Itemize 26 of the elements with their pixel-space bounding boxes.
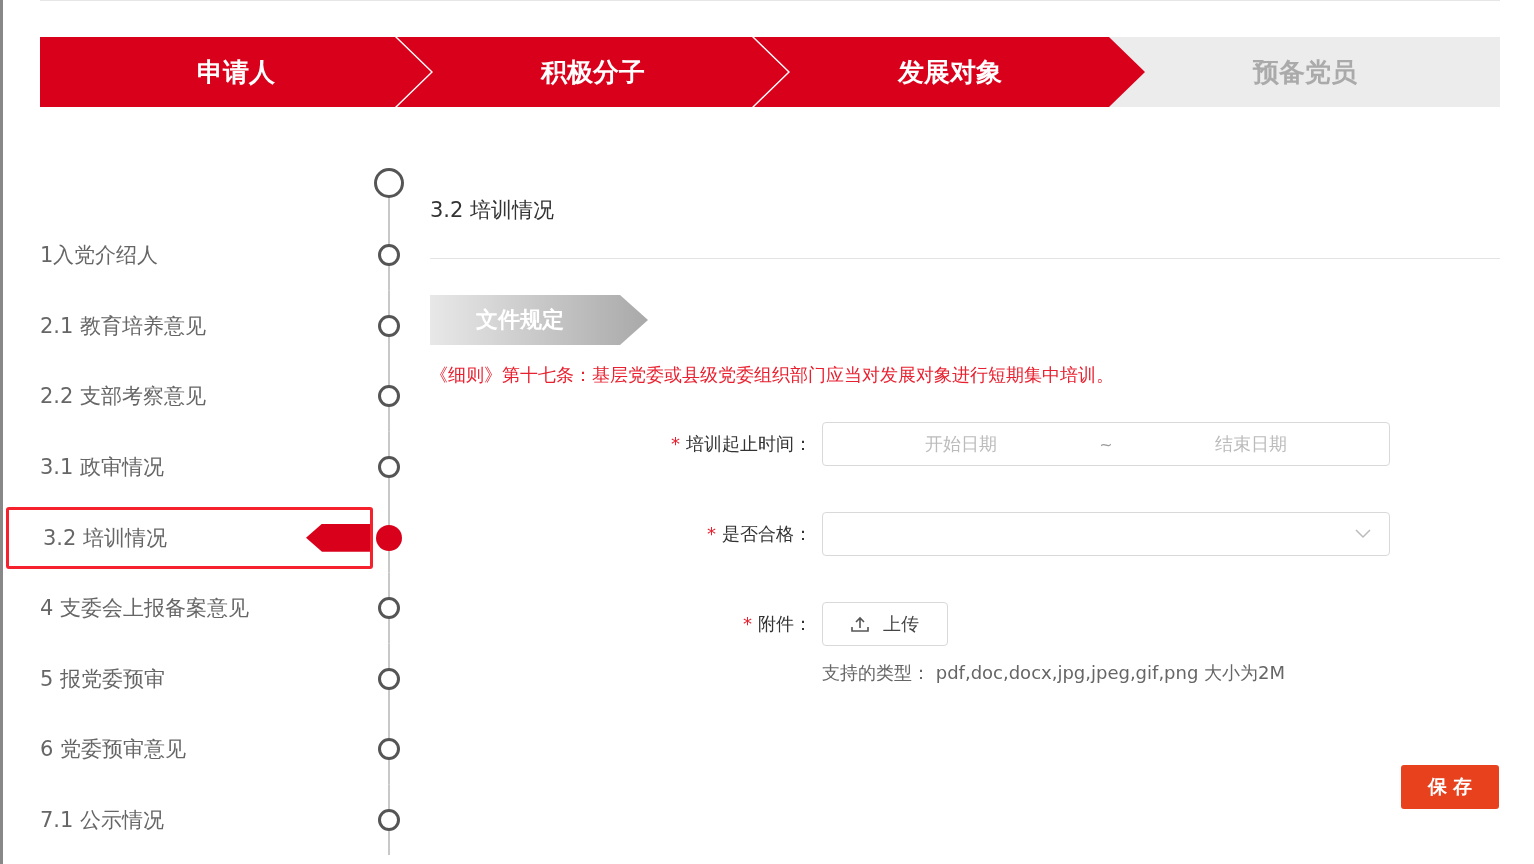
required-mark: *	[743, 613, 752, 634]
upload-icon	[851, 616, 869, 632]
field-label: 附件：	[758, 613, 812, 634]
timeline-item[interactable]: 4 支委会上报备案意见	[40, 594, 250, 623]
timeline-item[interactable]: 2.1 教育培养意见	[40, 311, 207, 340]
date-range-field[interactable]: 开始日期 ~ 结束日期	[822, 422, 1390, 466]
required-mark: *	[707, 523, 716, 544]
field-label: 是否合格：	[722, 523, 812, 544]
pointer-icon	[306, 523, 370, 552]
field-label: 培训起止时间：	[686, 433, 812, 454]
rule-text: 《细则》第十七条：基层党委或县级党委组织部门应当对发展对象进行短期集中培训。	[430, 363, 1115, 387]
timeline-item[interactable]: 2.2 支部考察意见	[40, 382, 207, 411]
required-mark: *	[671, 433, 680, 454]
select-field[interactable]	[822, 512, 1390, 556]
timeline-item[interactable]: 5 报党委预审	[40, 664, 166, 693]
save-button[interactable]: 保 存	[1401, 765, 1499, 809]
upload-hint: 支持的类型： pdf,doc,docx,jpg,jpeg,gif,png 大小为2M	[822, 661, 1287, 685]
chevron-down-icon	[1355, 529, 1371, 539]
timeline-item[interactable]: 6 党委预审意见	[40, 735, 187, 764]
timeline-item[interactable]: 1入党介绍人	[40, 241, 159, 270]
timeline-item[interactable]: 7.1 公示情况	[40, 806, 165, 835]
timeline-item[interactable]: 3.1 政审情况	[40, 453, 165, 482]
upload-button[interactable]: 上传	[822, 602, 948, 646]
start-node-icon	[374, 168, 404, 198]
timeline-item[interactable]: 3.2 培训情况	[43, 523, 168, 552]
section-title: 3.2 培训情况	[430, 197, 556, 224]
